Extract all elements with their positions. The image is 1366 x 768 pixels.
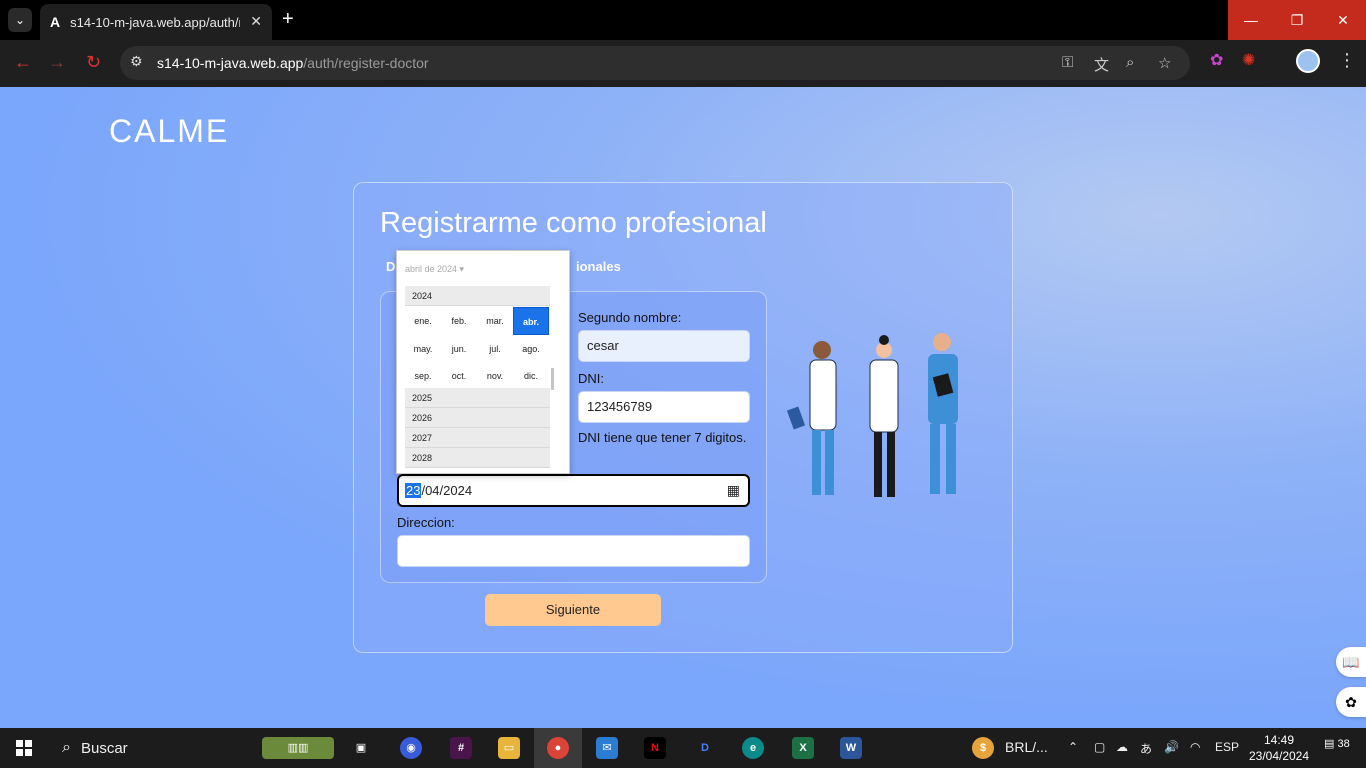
picker-month[interactable]: ene.: [405, 307, 441, 335]
picker-month[interactable]: may.: [405, 335, 441, 363]
picker-year-row[interactable]: 2025: [405, 388, 550, 408]
volume-icon[interactable]: 🔊: [1164, 740, 1179, 754]
clock-time: 14:49: [1263, 733, 1295, 747]
url-host: s14-10-m-java.web.app: [157, 55, 304, 71]
file-explorer-icon[interactable]: ▭: [498, 737, 520, 759]
extension-virus-icon[interactable]: ✺: [1242, 50, 1255, 70]
picker-year-row[interactable]: 2026: [405, 408, 550, 428]
search-icon: ⌕: [62, 739, 71, 756]
date-picker-popup: abril de 2024 ▾ 2024 ene. feb. mar. abr.…: [396, 250, 570, 474]
segundo-nombre-label: Segundo nombre:: [578, 310, 682, 325]
wifi-icon[interactable]: ◠: [1190, 740, 1200, 754]
direccion-label: Direccion:: [397, 515, 455, 530]
netflix-icon[interactable]: N: [644, 737, 666, 759]
date-rest-segment[interactable]: /04/2024: [421, 483, 472, 498]
page-title: Registrarme como profesional: [380, 207, 767, 239]
window-close-icon[interactable]: ✕: [1320, 0, 1366, 40]
translate-icon[interactable]: 文: [1094, 54, 1109, 75]
extension-brain-icon[interactable]: ✿: [1210, 50, 1223, 70]
excel-icon[interactable]: X: [792, 737, 814, 759]
currency-widget-icon[interactable]: $: [972, 737, 994, 759]
birthdate-input[interactable]: 23/04/2024 ▦: [397, 474, 750, 507]
search-label: Buscar: [80, 739, 128, 757]
direccion-input[interactable]: [397, 535, 750, 567]
dni-input[interactable]: 123456789: [578, 391, 750, 423]
picker-month[interactable]: jun.: [441, 335, 477, 363]
disney-icon[interactable]: D: [694, 737, 716, 759]
mail-icon[interactable]: ✉: [596, 737, 618, 759]
clock-date: 23/04/2024: [1248, 749, 1310, 763]
minimize-icon[interactable]: —: [1228, 0, 1274, 40]
chrome-icon[interactable]: ●: [547, 737, 569, 759]
bookmark-star-icon[interactable]: ☆: [1158, 54, 1171, 72]
windows-start-icon[interactable]: [16, 740, 32, 756]
url-path: /auth/register-doctor: [303, 55, 429, 71]
taskbar-clock[interactable]: 14:49 23/04/2024: [1244, 732, 1314, 764]
password-key-icon[interactable]: ⚿: [1062, 54, 1073, 71]
tab-close-icon[interactable]: ✕: [250, 13, 262, 30]
picker-month-header[interactable]: abril de 2024 ▾: [405, 264, 464, 275]
step-professional-data[interactable]: ionales: [576, 259, 621, 274]
windows-taskbar: ⌕ Buscar ▥▥ ▣ ◉ # ▭ ● ✉ N D e X W $ BRL/…: [0, 728, 1366, 768]
date-day-segment[interactable]: 23: [405, 483, 422, 498]
site-settings-icon[interactable]: ⚙: [130, 53, 143, 70]
edge-icon[interactable]: e: [742, 737, 764, 759]
picker-month[interactable]: mar.: [477, 307, 513, 335]
notification-icon[interactable]: ▤ 38: [1324, 737, 1350, 750]
dni-error-hint: DNI tiene que tener 7 digitos.: [578, 430, 747, 445]
profile-avatar[interactable]: [1296, 49, 1320, 73]
tab-title: s14-10-m-java.web.app/auth/re: [70, 14, 241, 30]
tab-search-icon[interactable]: ⌄: [8, 8, 32, 32]
restore-icon[interactable]: ❐: [1274, 0, 1320, 40]
picker-month[interactable]: nov.: [477, 362, 513, 390]
picker-month[interactable]: dic.: [513, 362, 549, 390]
browser-menu-icon[interactable]: ⋮: [1338, 50, 1356, 71]
tray-chevron-icon[interactable]: ⌃: [1068, 740, 1078, 754]
picker-year-row[interactable]: 2027: [405, 428, 550, 448]
calendar-icon[interactable]: ▦: [727, 476, 740, 505]
url-bar[interactable]: ⚙ s14-10-m-java.web.app/auth/register-do…: [120, 46, 1190, 80]
segundo-nombre-input[interactable]: cesar: [578, 330, 750, 362]
doctors-illustration: [786, 333, 958, 497]
books-icon[interactable]: ▥▥: [262, 737, 334, 759]
picker-month[interactable]: feb.: [441, 307, 477, 335]
back-icon[interactable]: ←: [14, 52, 32, 73]
dni-label: DNI:: [578, 371, 604, 386]
side-brain-icon[interactable]: ✿: [1336, 687, 1366, 717]
word-icon[interactable]: W: [840, 737, 862, 759]
picker-scrollbar[interactable]: [551, 368, 554, 390]
task-view-icon[interactable]: ▣: [350, 737, 372, 759]
ime-icon[interactable]: あ: [1140, 740, 1152, 757]
picker-month[interactable]: sep.: [405, 362, 441, 390]
picker-year-2024[interactable]: 2024: [405, 286, 550, 306]
page-content: CALME Registrarme como profesional Da io…: [0, 87, 1366, 728]
tab-favicon-icon: A: [50, 14, 61, 30]
currency-widget-text[interactable]: BRL/...: [1005, 739, 1048, 755]
forward-icon[interactable]: →: [48, 52, 66, 73]
new-tab-icon[interactable]: +: [282, 8, 294, 30]
picker-month[interactable]: jul.: [477, 335, 513, 363]
reader-mode-icon[interactable]: 📖: [1336, 647, 1366, 677]
picker-month-selected[interactable]: abr.: [513, 307, 549, 335]
browser-tab-bar: ⌄ A s14-10-m-java.web.app/auth/re ✕ + — …: [0, 0, 1366, 40]
app-icon[interactable]: ◉: [400, 737, 422, 759]
cloud-icon[interactable]: ☁: [1116, 740, 1128, 754]
language-indicator[interactable]: ESP: [1215, 740, 1239, 754]
slack-icon[interactable]: #: [450, 737, 472, 759]
picker-year-row[interactable]: 2028: [405, 448, 550, 468]
zoom-icon[interactable]: ⌕: [1126, 54, 1134, 71]
browser-tab[interactable]: A s14-10-m-java.web.app/auth/re ✕: [40, 4, 272, 40]
siguiente-button[interactable]: Siguiente: [485, 594, 661, 626]
notification-count: 38: [1337, 738, 1350, 750]
picker-month[interactable]: ago.: [513, 335, 549, 363]
window-controls: — ❐ ✕: [1228, 0, 1366, 40]
reload-icon[interactable]: ↻: [86, 52, 101, 73]
calme-logo[interactable]: CALME: [109, 113, 229, 150]
address-toolbar: ← → ↻ ⚙ s14-10-m-java.web.app/auth/regis…: [0, 40, 1366, 87]
picker-month[interactable]: oct.: [441, 362, 477, 390]
meet-icon[interactable]: ▢: [1094, 740, 1105, 754]
